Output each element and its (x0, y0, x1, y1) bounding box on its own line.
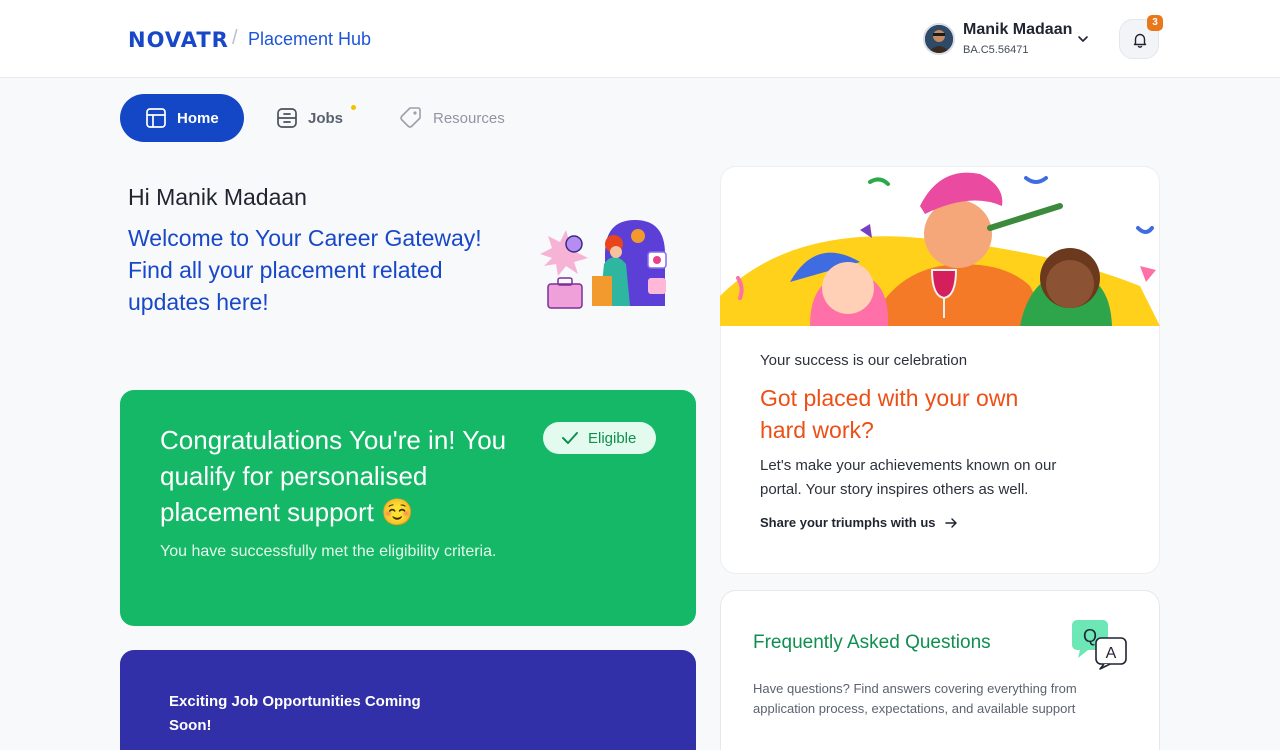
check-icon (562, 432, 578, 444)
novatr-logo[interactable]: NOVATR (128, 28, 229, 52)
notification-count-badge: 3 (1147, 15, 1163, 31)
celebration-illustration (720, 172, 1160, 326)
tag-icon (400, 107, 421, 128)
qa-chat-icon: Q A (1072, 620, 1127, 670)
tab-jobs-label: Jobs (308, 109, 344, 127)
bell-icon (1133, 33, 1147, 48)
chevron-down-icon[interactable] (1075, 31, 1091, 47)
celebration-title: Got placed with your own hard work? (760, 385, 1019, 443)
faq-card[interactable] (720, 590, 1160, 750)
svg-text:Q: Q (1083, 626, 1097, 646)
celebration-kicker: Your success is our celebration (760, 352, 968, 369)
tab-jobs[interactable]: Jobs (276, 94, 343, 142)
eligible-badge-label: Eligible (588, 429, 637, 447)
welcome-line-2: Find all your placement related updates … (128, 257, 443, 315)
tab-resources-label: Resources (433, 109, 505, 127)
faq-title[interactable]: Frequently Asked Questions (753, 632, 991, 654)
svg-text:A: A (1106, 645, 1117, 662)
breadcrumb-separator: / (232, 27, 238, 49)
welcome-line-1: Welcome to Your Career Gateway! (128, 225, 482, 251)
new-indicator-dot (351, 105, 356, 110)
career-illustration (540, 220, 667, 309)
user-avatar[interactable] (923, 23, 955, 55)
eligibility-title: Congratulations You're in! You qualify f… (160, 425, 507, 527)
briefcase-icon (277, 108, 297, 128)
arrow-right-icon (944, 517, 957, 528)
eligible-badge: Eligible (543, 422, 656, 454)
tab-home-label: Home (177, 109, 219, 127)
share-triumphs-link[interactable]: Share your triumphs with us (760, 515, 958, 530)
greeting-name: Hi Manik Madaan (128, 184, 307, 210)
celebration-body: Let's make your achievements known on ou… (760, 457, 1057, 498)
tab-home[interactable]: Home (120, 94, 244, 142)
user-id: BA.C5.56471 (963, 44, 1029, 56)
jobs-coming-soon-title: Exciting Job Opportunities Coming Soon! (169, 693, 421, 734)
user-name[interactable]: Manik Madaan (963, 21, 1072, 39)
product-name[interactable]: Placement Hub (248, 29, 371, 50)
faq-description: Have questions? Find answers covering ev… (753, 681, 1077, 716)
share-triumphs-label: Share your triumphs with us (760, 515, 936, 530)
welcome-message: Welcome to Your Career Gateway! Find all… (128, 222, 508, 318)
tab-resources[interactable]: Resources (399, 94, 505, 142)
eligibility-subtitle: You have successfully met the eligibilit… (160, 543, 497, 560)
layout-icon (146, 108, 166, 128)
